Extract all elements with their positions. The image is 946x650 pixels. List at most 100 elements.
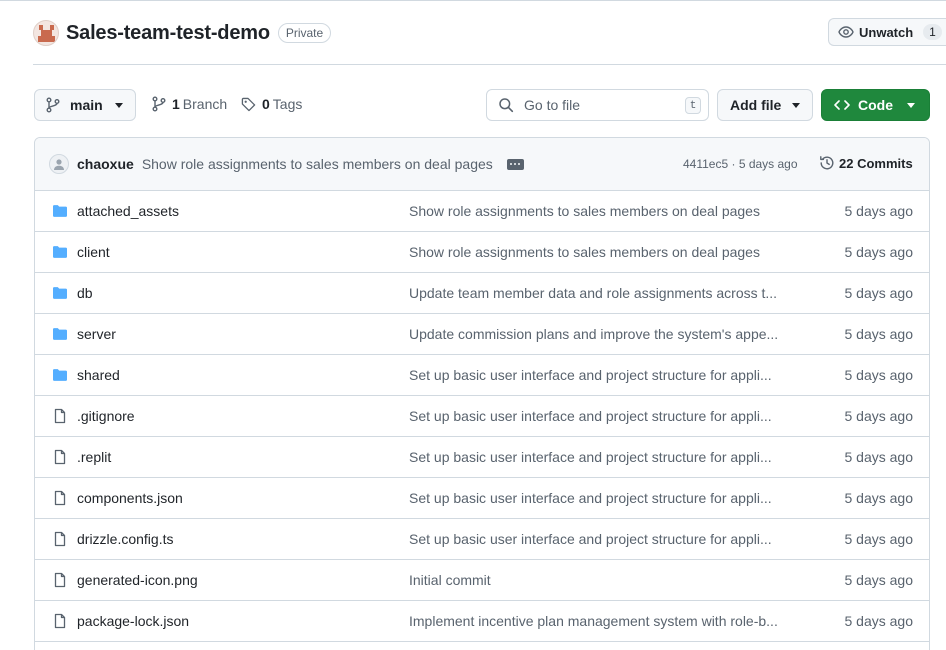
search-icon — [499, 98, 514, 113]
file-name-link[interactable]: package-lock.json — [77, 613, 189, 629]
file-browser: chaoxue Show role assignments to sales m… — [34, 137, 930, 650]
file-commit-message-link[interactable]: Show role assignments to sales members o… — [409, 203, 795, 219]
repo-owner-avatar[interactable] — [33, 20, 59, 46]
file-name-link[interactable]: drizzle.config.ts — [77, 531, 173, 547]
file-icon — [52, 408, 68, 427]
file-name-link[interactable]: .gitignore — [77, 408, 135, 424]
folder-icon — [52, 203, 68, 222]
file-commit-message-link[interactable]: Initial commit — [409, 572, 795, 588]
file-commit-message-link[interactable]: Set up basic user interface and project … — [409, 408, 795, 424]
commit-author-link[interactable]: chaoxue — [77, 156, 134, 172]
file-name-link[interactable]: server — [77, 326, 116, 342]
code-button[interactable]: Code — [821, 89, 930, 121]
header-divider — [33, 64, 946, 65]
file-row[interactable]: server Update commission plans and improv… — [35, 314, 929, 355]
commit-author-avatar[interactable] — [49, 154, 69, 174]
file-name-link[interactable]: .replit — [77, 449, 111, 465]
file-commit-message-link[interactable]: Set up basic user interface and project … — [409, 367, 795, 383]
file-row[interactable]: .replit Set up basic user interface and p… — [35, 437, 929, 478]
branch-count: 1 — [172, 96, 180, 112]
file-commit-message-link[interactable]: Update team member data and role assignm… — [409, 285, 795, 301]
tags-link[interactable]: 0 Tags — [241, 96, 302, 112]
commit-hash-time[interactable]: 4411ec5 · 5 days ago — [683, 157, 798, 171]
latest-commit-bar: chaoxue Show role assignments to sales m… — [35, 138, 929, 191]
file-commit-message-link[interactable]: Implement incentive plan management syst… — [409, 613, 795, 629]
file-commit-message-link[interactable]: Set up basic user interface and project … — [409, 531, 795, 547]
file-updated-time: 5 days ago — [844, 449, 914, 465]
file-updated-time: 5 days ago — [844, 244, 914, 260]
history-icon — [820, 156, 834, 170]
file-name-link[interactable]: generated-icon.png — [77, 572, 198, 588]
go-to-file-input[interactable]: Go to file t — [486, 89, 709, 121]
file-row[interactable]: db Update team member data and role assig… — [35, 273, 929, 314]
tag-count: 0 — [262, 96, 270, 112]
file-row[interactable]: .gitignore Set up basic user interface an… — [35, 396, 929, 437]
keyboard-shortcut-hint: t — [685, 97, 701, 114]
file-updated-time: 5 days ago — [844, 285, 914, 301]
repo-name-link[interactable]: Sales-team-test-demo — [66, 22, 270, 45]
file-icon — [52, 449, 68, 468]
file-name-link[interactable]: shared — [77, 367, 120, 383]
git-branch-icon — [152, 96, 166, 112]
branches-link[interactable]: 1 Branch — [152, 96, 227, 112]
commits-history-link[interactable]: 22 Commits — [819, 155, 913, 171]
file-name-link[interactable]: components.json — [77, 490, 183, 506]
file-updated-time: 5 days ago — [844, 531, 914, 547]
branch-name: main — [70, 97, 103, 113]
commits-count-label: 22 Commits — [839, 155, 913, 171]
file-commit-message-link[interactable]: Show role assignments to sales members o… — [409, 244, 795, 260]
file-icon — [52, 490, 68, 509]
file-name-link[interactable]: attached_assets — [77, 203, 179, 219]
file-row[interactable]: drizzle.config.ts Set up basic user inter… — [35, 519, 929, 560]
branch-count-label: Branch — [182, 96, 228, 112]
code-label: Code — [858, 97, 893, 113]
watch-count-badge: 1 — [923, 24, 942, 40]
chevron-down-icon — [115, 102, 123, 108]
file-updated-time: 5 days ago — [844, 572, 914, 588]
file-row[interactable]: attached_assets Show role assignments to … — [35, 191, 929, 232]
file-name-link[interactable]: db — [77, 285, 93, 301]
folder-icon — [52, 326, 68, 345]
visibility-badge: Private — [277, 23, 332, 43]
file-row[interactable]: shared Set up basic user interface and pr… — [35, 355, 929, 396]
tag-count-label: Tags — [272, 96, 303, 112]
chevron-down-icon — [907, 102, 915, 108]
code-icon — [834, 100, 850, 110]
folder-icon — [52, 285, 68, 304]
file-updated-time: 5 days ago — [844, 408, 914, 424]
file-updated-time: 5 days ago — [844, 326, 914, 342]
file-updated-time: 5 days ago — [844, 613, 914, 629]
file-commit-message-link[interactable]: Set up basic user interface and project … — [409, 490, 795, 506]
expand-commit-icon[interactable] — [506, 158, 524, 170]
branch-selector-button[interactable]: main — [34, 89, 136, 121]
repo-header: Sales-team-test-demo Private — [33, 18, 332, 48]
file-list: attached_assets Show role assignments to … — [35, 191, 929, 642]
eye-icon — [838, 26, 854, 38]
unwatch-label: Unwatch — [859, 24, 914, 40]
file-row[interactable]: client Show role assignments to sales mem… — [35, 232, 929, 273]
file-icon — [52, 572, 68, 591]
file-row[interactable]: package-lock.json Implement incentive pla… — [35, 601, 929, 642]
file-name-link[interactable]: client — [77, 244, 110, 260]
chevron-down-icon — [792, 102, 800, 108]
folder-icon — [52, 244, 68, 263]
commit-message-link[interactable]: Show role assignments to sales members o… — [142, 156, 493, 172]
file-icon — [52, 613, 68, 632]
unwatch-button[interactable]: Unwatch 1 — [828, 18, 946, 46]
file-icon — [52, 531, 68, 550]
tag-icon — [241, 97, 256, 111]
file-commit-message-link[interactable]: Set up basic user interface and project … — [409, 449, 795, 465]
top-border — [0, 0, 946, 1]
file-row[interactable]: generated-icon.png Initial commit 5 days a… — [35, 560, 929, 601]
folder-icon — [52, 367, 68, 386]
file-updated-time: 5 days ago — [844, 367, 914, 383]
file-updated-time: 5 days ago — [844, 490, 914, 506]
user-icon — [54, 159, 64, 170]
go-to-file-placeholder: Go to file — [524, 97, 581, 113]
file-row[interactable]: components.json Set up basic user interfa… — [35, 478, 929, 519]
add-file-label: Add file — [730, 97, 782, 113]
git-branch-icon — [46, 97, 60, 113]
add-file-button[interactable]: Add file — [717, 89, 813, 121]
file-updated-time: 5 days ago — [844, 203, 914, 219]
file-commit-message-link[interactable]: Update commission plans and improve the … — [409, 326, 795, 342]
